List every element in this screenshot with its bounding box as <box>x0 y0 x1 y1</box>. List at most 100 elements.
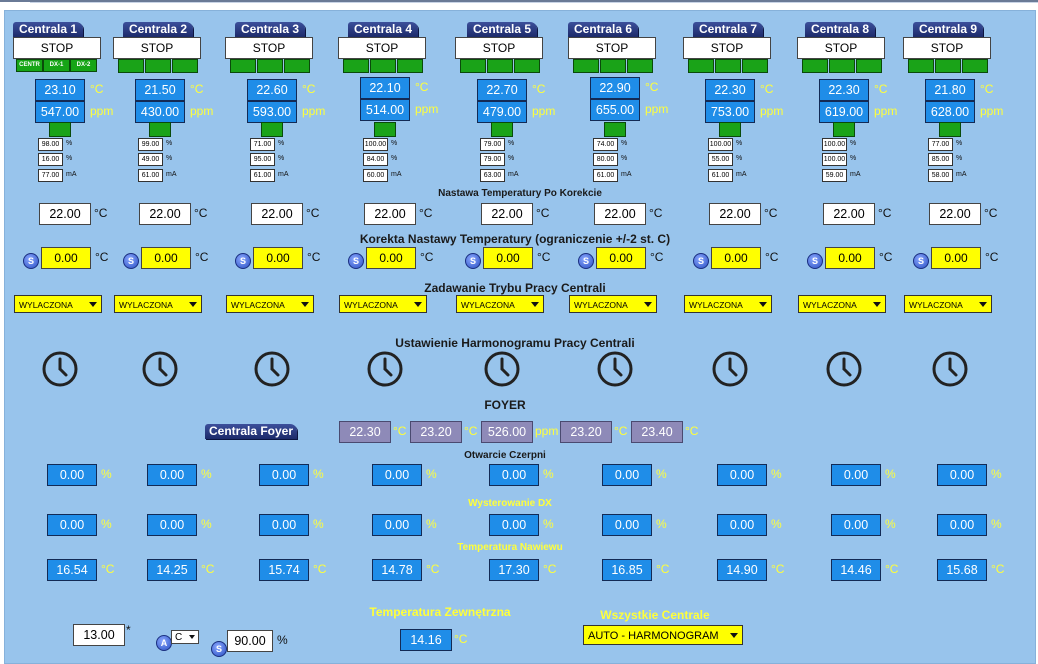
setpoint-input-9[interactable]: 22.00 <box>929 203 981 225</box>
pct1-value-9: 77.00 <box>928 138 953 151</box>
s-icon-9[interactable]: S <box>913 253 929 269</box>
tab-centrala-foyer[interactable]: Centrala Foyer <box>205 424 297 439</box>
s-icon-8[interactable]: S <box>807 253 823 269</box>
setpoint-heading: Nastawa Temperatury Po Korekcie <box>438 188 602 199</box>
mode-select-6[interactable]: WYLACZONA <box>569 295 657 313</box>
correction-input-8[interactable]: 0.00 <box>825 247 875 269</box>
s-icon-5[interactable]: S <box>465 253 481 269</box>
status-display-3: STOP <box>225 37 313 59</box>
dx-unit-6: % <box>656 517 667 531</box>
ppm-value-4: 514.00 <box>360 99 410 121</box>
correction-input-5[interactable]: 0.00 <box>483 247 533 269</box>
setpoint-input-6[interactable]: 22.00 <box>594 203 646 225</box>
correction-input-3[interactable]: 0.00 <box>253 247 303 269</box>
temp-value-3: 22.60 <box>247 79 297 101</box>
status-indicator-4-3 <box>397 59 423 73</box>
mode-select-8[interactable]: WYLACZONA <box>798 295 886 313</box>
schedule-clock-icon-2[interactable] <box>142 351 178 387</box>
setpoint-input-1[interactable]: 22.00 <box>39 203 91 225</box>
otwarcie-value-1: 0.00 <box>47 464 97 486</box>
tab-centrala-7[interactable]: Centrala 7 <box>693 22 763 37</box>
s-icon-7[interactable]: S <box>693 253 709 269</box>
chevron-down-icon <box>414 302 422 307</box>
status-indicator-9-1 <box>908 59 934 73</box>
otwarcie-heading: Otwarcie Czerpni <box>464 450 546 461</box>
s-icon-4[interactable]: S <box>348 253 364 269</box>
correction-input-4[interactable]: 0.00 <box>366 247 416 269</box>
setpoint-input-2[interactable]: 22.00 <box>139 203 191 225</box>
pct-input[interactable]: 90.00 <box>227 630 273 652</box>
status-indicator-2-3 <box>172 59 198 73</box>
schedule-clock-icon-6[interactable] <box>597 351 633 387</box>
status-indicator-9-3 <box>962 59 988 73</box>
s-icon-bottom[interactable]: S <box>211 641 227 657</box>
tab-centrala-4[interactable]: Centrala 4 <box>348 22 418 37</box>
otwarcie-value-7: 0.00 <box>717 464 767 486</box>
tab-centrala-8[interactable]: Centrala 8 <box>805 22 875 37</box>
correction-unit-8: °C <box>879 250 893 264</box>
setpoint-input-4[interactable]: 22.00 <box>364 203 416 225</box>
s-icon-2[interactable]: S <box>123 253 139 269</box>
mode-select-5[interactable]: WYLACZONA <box>456 295 544 313</box>
a-icon[interactable]: A <box>156 635 172 651</box>
status-lamp-8 <box>833 122 855 137</box>
schedule-clock-icon-9[interactable] <box>932 351 968 387</box>
correction-input-2[interactable]: 0.00 <box>141 247 191 269</box>
ppm-value-6: 655.00 <box>590 99 640 121</box>
mode-select-value-5: WYLACZONA <box>461 300 515 310</box>
pct2-unit-7: % <box>736 155 743 162</box>
all-centrale-mode-select[interactable]: AUTO - HARMONOGRAM <box>583 625 743 645</box>
correction-unit-7: °C <box>765 250 779 264</box>
mode-select-4[interactable]: WYLACZONA <box>339 295 427 313</box>
schedule-clock-icon-4[interactable] <box>367 351 403 387</box>
correction-input-7[interactable]: 0.00 <box>711 247 761 269</box>
status-lamp-9 <box>939 122 961 137</box>
mode-select-9[interactable]: WYLACZONA <box>904 295 992 313</box>
mode-select-3[interactable]: WYLACZONA <box>226 295 314 313</box>
tab-centrala-5[interactable]: Centrala 5 <box>467 22 537 37</box>
s-icon-6[interactable]: S <box>578 253 594 269</box>
bottom-value-input[interactable]: 13.00 <box>73 624 125 646</box>
mode-select-7[interactable]: WYLACZONA <box>684 295 772 313</box>
correction-unit-5: °C <box>537 250 551 264</box>
s-icon-1[interactable]: S <box>23 253 39 269</box>
setpoint-input-5[interactable]: 22.00 <box>481 203 533 225</box>
tab-centrala-1[interactable]: Centrala 1 <box>13 22 83 37</box>
ma-unit-7: mA <box>736 171 747 178</box>
tab-centrala-9[interactable]: Centrala 9 <box>913 22 983 37</box>
temp-value-2: 21.50 <box>135 79 185 101</box>
setpoint-input-7[interactable]: 22.00 <box>709 203 761 225</box>
schedule-clock-icon-8[interactable] <box>826 351 862 387</box>
correction-input-9[interactable]: 0.00 <box>931 247 981 269</box>
correction-input-6[interactable]: 0.00 <box>596 247 646 269</box>
pct2-value-2: 49.00 <box>138 153 163 166</box>
pct2-unit-8: % <box>850 155 857 162</box>
unit-select[interactable]: C <box>171 630 199 644</box>
mode-select-2[interactable]: WYLACZONA <box>114 295 202 313</box>
mode-select-value-2: WYLACZONA <box>119 300 173 310</box>
bottom-star: * <box>126 623 131 637</box>
schedule-clock-icon-7[interactable] <box>712 351 748 387</box>
tab-centrala-2[interactable]: Centrala 2 <box>123 22 193 37</box>
ma-value-6: 61.00 <box>593 169 618 182</box>
foyer-unit-2: °C <box>464 424 478 438</box>
schedule-clock-icon-3[interactable] <box>254 351 290 387</box>
ma-unit-2: mA <box>166 171 177 178</box>
ma-unit-3: mA <box>278 171 289 178</box>
pct2-value-1: 16.00 <box>38 153 63 166</box>
mode-select-1[interactable]: WYLACZONA <box>14 295 102 313</box>
nawiew-unit-7: °C <box>771 562 785 576</box>
pct1-value-2: 99.00 <box>138 138 163 151</box>
tab-centrala-6[interactable]: Centrala 6 <box>568 22 638 37</box>
schedule-clock-icon-1[interactable] <box>42 351 78 387</box>
schedule-clock-icon-5[interactable] <box>484 351 520 387</box>
setpoint-input-8[interactable]: 22.00 <box>823 203 875 225</box>
setpoint-input-3[interactable]: 22.00 <box>251 203 303 225</box>
s-icon-3[interactable]: S <box>235 253 251 269</box>
correction-input-1[interactable]: 0.00 <box>41 247 91 269</box>
tab-centrala-3[interactable]: Centrala 3 <box>235 22 305 37</box>
dx-value-5: 0.00 <box>489 514 539 536</box>
correction-unit-4: °C <box>420 250 434 264</box>
ppm-value-9: 628.00 <box>925 101 975 123</box>
otwarcie-value-2: 0.00 <box>147 464 197 486</box>
